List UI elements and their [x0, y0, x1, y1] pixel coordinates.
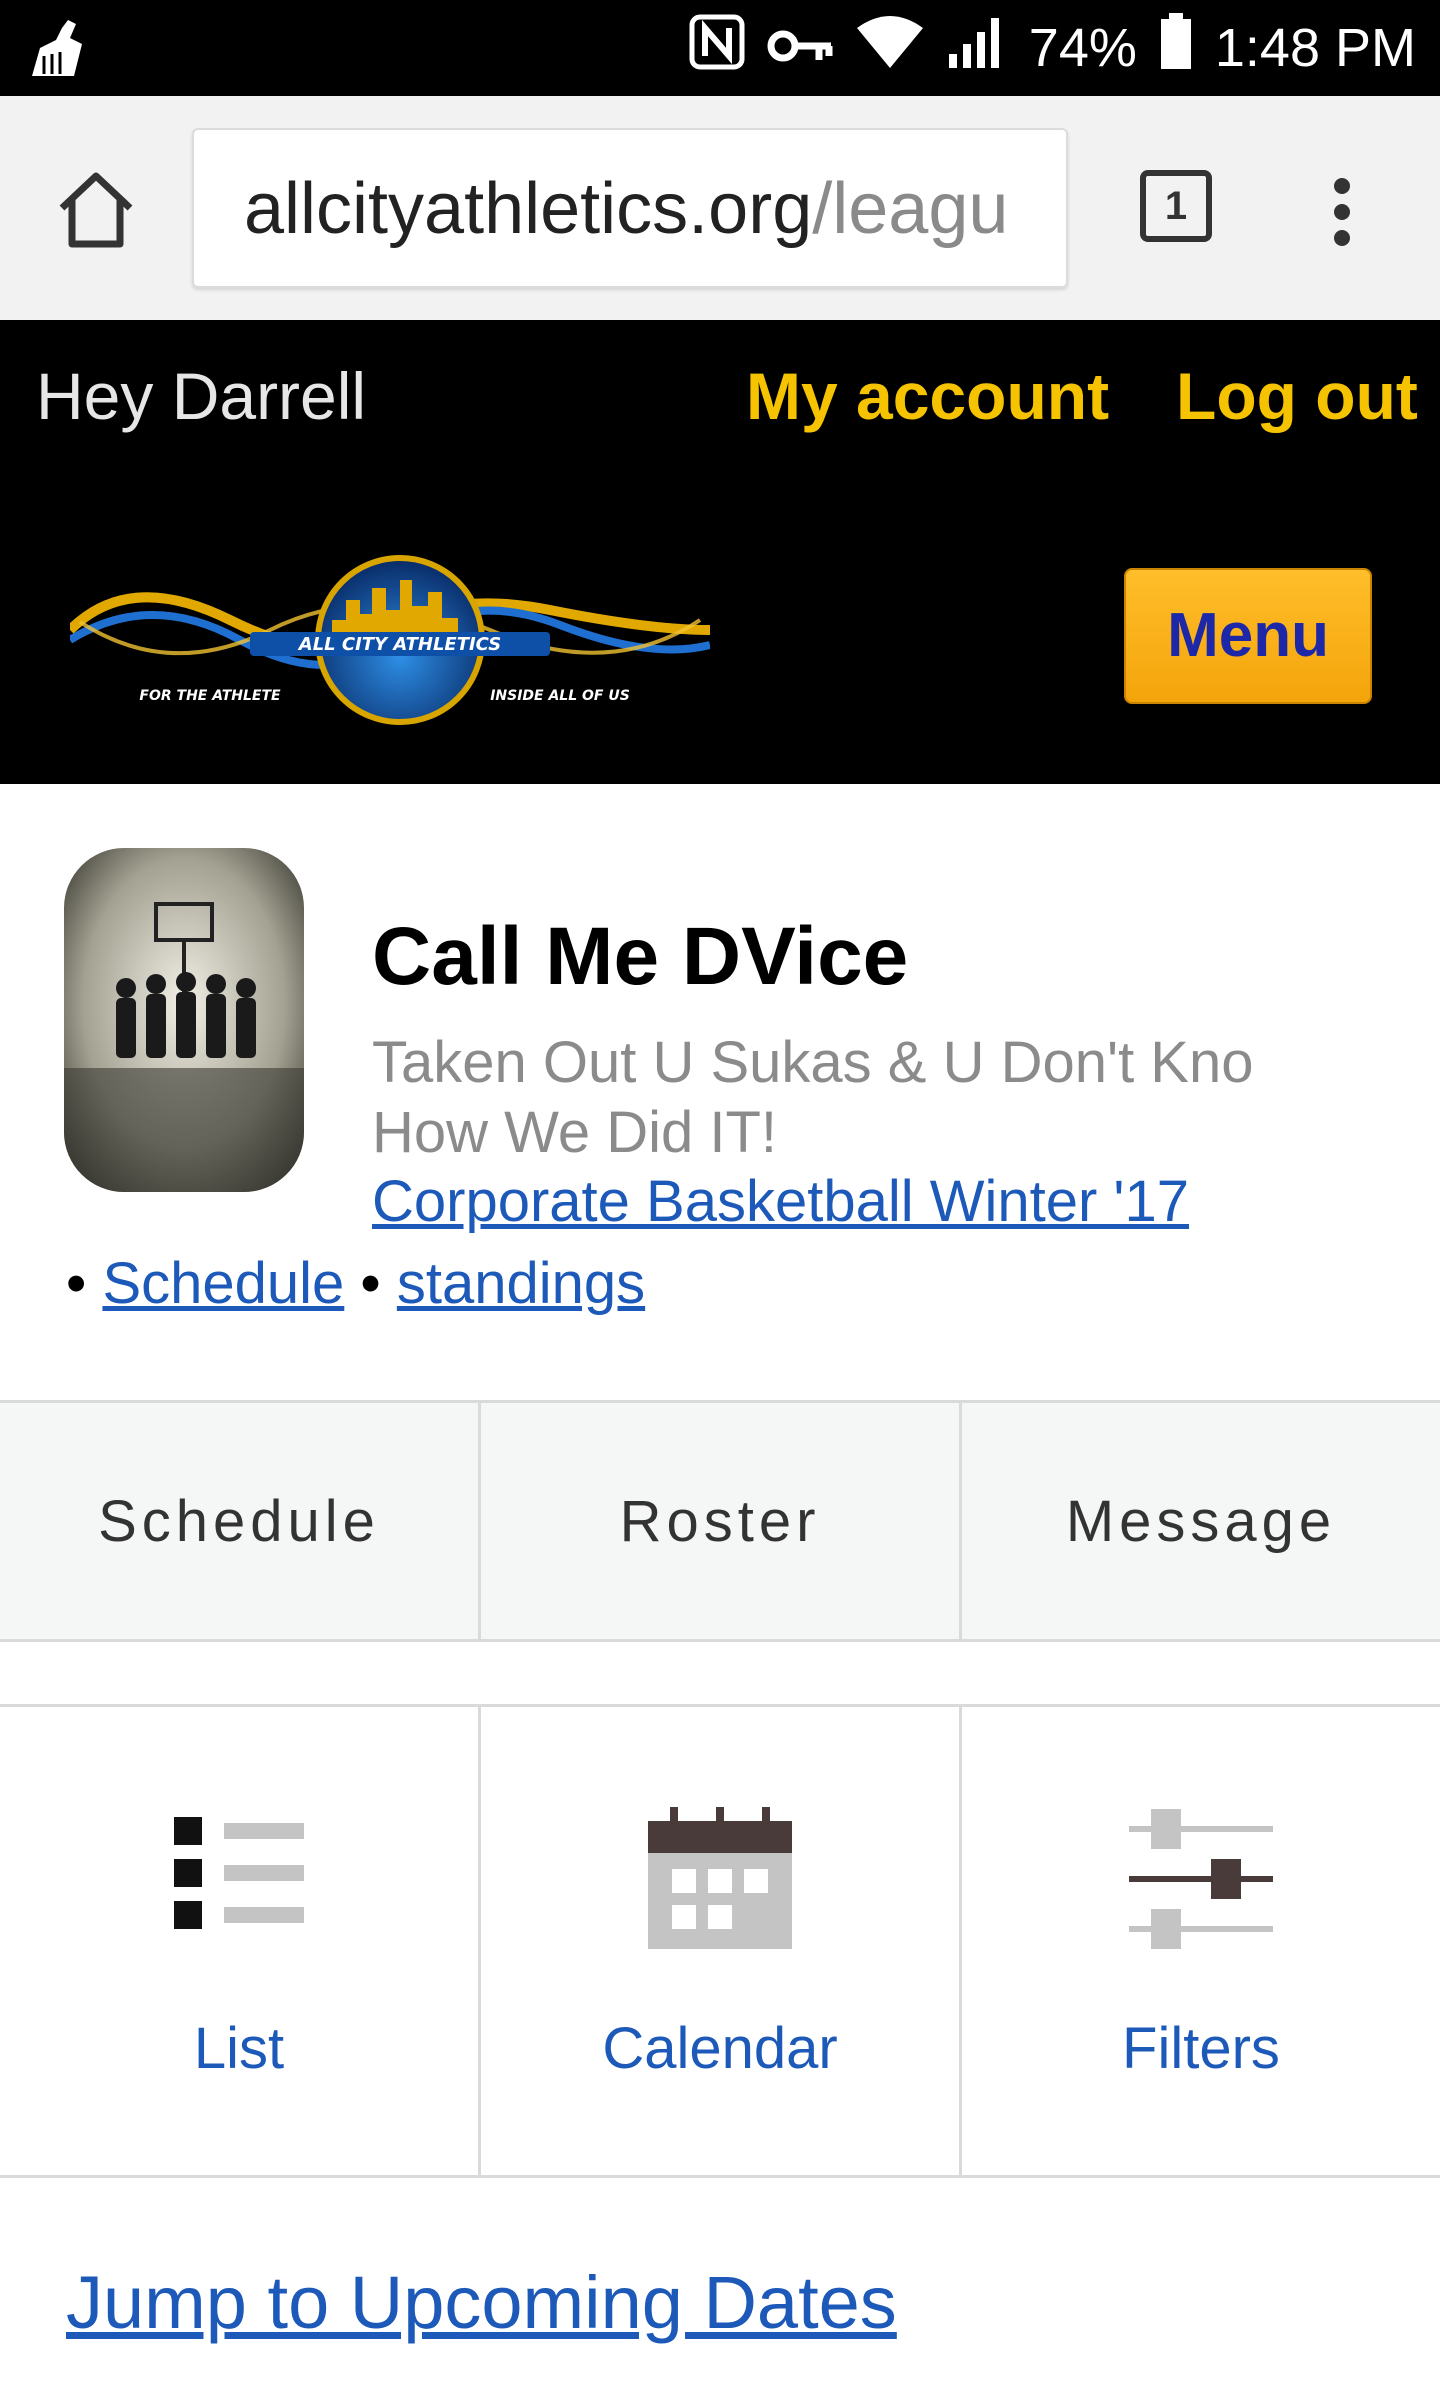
- site-header: Hey Darrell My account Log out ALL CITY …: [0, 320, 1440, 784]
- browser-toolbar: allcityathletics.org/leagu 1: [0, 96, 1440, 321]
- signal-icon: [947, 14, 1007, 83]
- list-icon: [174, 1807, 304, 1942]
- team-sub-links: • Schedule • standings: [66, 1250, 645, 1317]
- key-icon: [767, 17, 833, 79]
- tab-schedule[interactable]: Schedule: [0, 1403, 481, 1639]
- more-options-icon[interactable]: [1330, 176, 1354, 248]
- view-calendar-button[interactable]: Calendar: [481, 1707, 962, 2175]
- view-filters-button[interactable]: Filters: [962, 1707, 1440, 2175]
- logo-name-text: ALL CITY ATHLETICS: [297, 634, 501, 655]
- view-list-button[interactable]: List: [0, 1707, 481, 2175]
- site-logo[interactable]: ALL CITY ATHLETICS FOR THE ATHLETE INSID…: [66, 530, 711, 730]
- url-bar[interactable]: allcityathletics.org/leagu: [192, 128, 1068, 288]
- view-filters-label: Filters: [1122, 2016, 1280, 2081]
- view-list-label: List: [193, 2016, 285, 2081]
- battery-percent: 74%: [1028, 18, 1137, 78]
- filters-icon: [1129, 1807, 1273, 1956]
- status-bar: 74% 1:48 PM: [0, 0, 1440, 96]
- home-icon[interactable]: [52, 166, 140, 254]
- url-path: /leagu: [812, 169, 1009, 249]
- menu-button[interactable]: Menu: [1124, 568, 1372, 704]
- my-account-link[interactable]: My account: [746, 358, 1109, 434]
- league-link[interactable]: Corporate Basketball Winter '17: [372, 1168, 1189, 1235]
- team-tabs: Schedule Roster Message: [0, 1400, 1440, 1642]
- calendar-icon: [648, 1807, 792, 1956]
- battery-icon: [1159, 12, 1193, 84]
- view-switcher: List Calendar Filters: [0, 1704, 1440, 2178]
- standings-link[interactable]: standings: [397, 1251, 645, 1316]
- tab-message[interactable]: Message: [962, 1403, 1440, 1639]
- tab-switcher-button[interactable]: 1: [1140, 170, 1212, 242]
- cleaner-icon: [30, 18, 100, 83]
- greeting: Hey Darrell: [36, 359, 367, 433]
- bullet: •: [360, 1251, 381, 1316]
- jump-to-upcoming-dates-link[interactable]: Jump to Upcoming Dates: [66, 2260, 897, 2345]
- team-motto: Taken Out U Sukas & U Don't Kno How We D…: [372, 1030, 1254, 1165]
- view-calendar-label: Calendar: [602, 2016, 838, 2081]
- schedule-link[interactable]: Schedule: [102, 1251, 344, 1316]
- nfc-icon: [689, 14, 745, 83]
- wifi-icon: [855, 14, 925, 83]
- log-out-link[interactable]: Log out: [1176, 358, 1418, 434]
- clock: 1:48 PM: [1214, 18, 1416, 78]
- logo-right-tagline: INSIDE ALL OF US: [490, 688, 630, 704]
- bullet: •: [66, 1251, 87, 1316]
- url-domain: allcityathletics.org: [244, 169, 813, 249]
- logo-left-tagline: FOR THE ATHLETE: [139, 688, 281, 704]
- tab-roster[interactable]: Roster: [481, 1403, 962, 1639]
- team-photo: [64, 848, 304, 1192]
- team-name: Call Me DVice: [372, 911, 909, 1002]
